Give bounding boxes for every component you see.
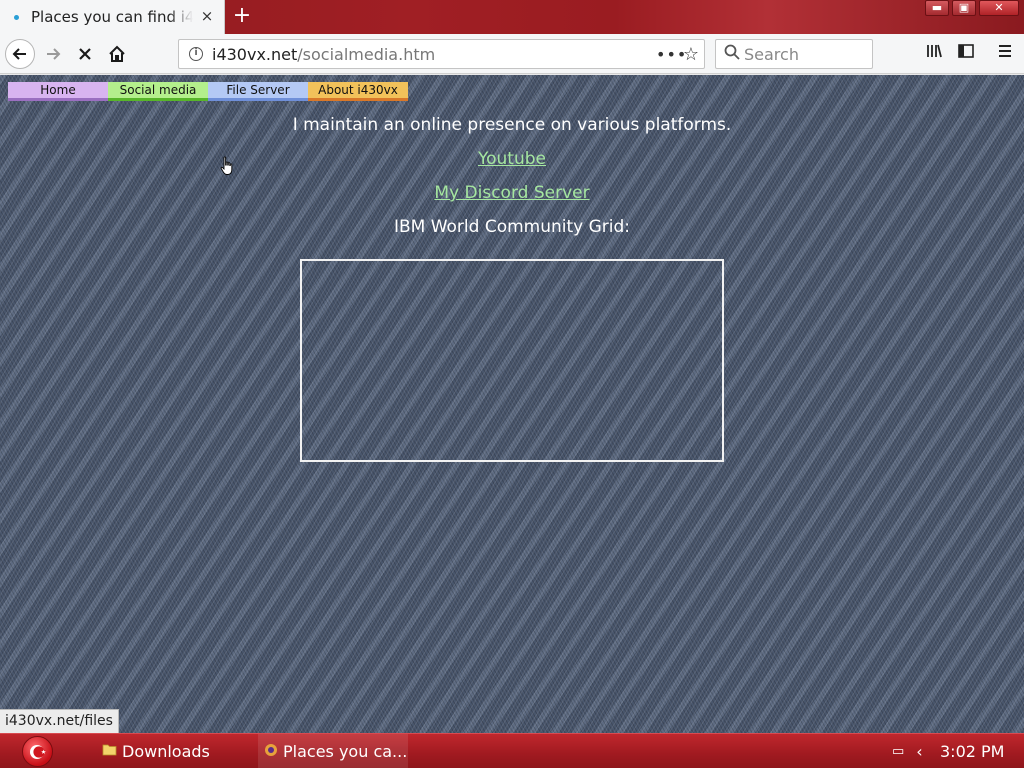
bookmark-star-icon[interactable]: ☆ (678, 44, 704, 65)
page-content: I maintain an online presence on various… (0, 115, 1024, 251)
browser-icon (264, 743, 278, 761)
page-actions-button[interactable]: ••• (656, 45, 686, 64)
taskbar-browser-window[interactable]: Places you ca... (258, 734, 408, 768)
url-host: i430vx.net (212, 44, 298, 64)
maximize-button[interactable]: ▣ (952, 0, 976, 16)
clock[interactable]: 3:02 PM (940, 734, 1004, 768)
menu-about-link[interactable]: About i430vx (308, 82, 408, 101)
intro-text: I maintain an online presence on various… (292, 115, 732, 135)
youtube-link[interactable]: Youtube (478, 149, 546, 169)
search-icon (724, 44, 744, 64)
forward-arrow-icon (47, 48, 61, 60)
menu-button[interactable] (993, 42, 1017, 66)
taskbar-browser-label: Places you ca... (283, 742, 408, 761)
discord-server-link[interactable]: My Discord Server (434, 183, 589, 203)
wcg-heading: IBM World Community Grid: (393, 217, 631, 237)
start-button[interactable] (22, 736, 53, 767)
sidebar-button[interactable] (954, 42, 978, 66)
status-link-tooltip: i430vx.net/files (0, 709, 119, 733)
tab-close-button[interactable]: × (199, 8, 215, 24)
minimize-button[interactable]: ▬ (925, 0, 949, 16)
title-bar: Places you can find i430vx × + ▬ ▣ ✕ (0, 0, 1024, 34)
library-icon (927, 44, 942, 58)
back-button[interactable] (5, 39, 35, 69)
stop-icon (79, 48, 91, 60)
url-path: /socialmedia.htm (297, 44, 436, 64)
home-button[interactable] (102, 39, 132, 69)
web-page: Home Social media File Server About i430… (0, 75, 1024, 733)
folder-icon (102, 743, 117, 760)
system-tray: ▭ ‹ (892, 734, 923, 768)
back-arrow-icon (12, 48, 26, 60)
menu-home-link[interactable]: Home (8, 82, 108, 101)
forward-button[interactable] (38, 39, 68, 69)
hand-cursor-icon (220, 156, 233, 175)
search-input[interactable]: Search (715, 39, 873, 69)
site-favicon-icon (8, 9, 24, 25)
window-controls: ▬ ▣ ✕ (925, 0, 1024, 16)
menu-social-media-link[interactable]: Social media (108, 82, 208, 101)
close-window-button[interactable]: ✕ (979, 0, 1019, 16)
url-text[interactable]: i430vx.net/socialmedia.htm (212, 45, 656, 64)
sidebar-icon (958, 44, 974, 58)
keyboard-icon[interactable]: ▭ (892, 744, 904, 759)
taskbar-downloads-label: Downloads (122, 742, 210, 761)
library-button[interactable] (922, 42, 946, 66)
taskbar-downloads[interactable]: Downloads (102, 734, 210, 768)
navigation-toolbar: i i430vx.net/socialmedia.htm ••• ☆ Searc… (0, 34, 1024, 74)
hamburger-menu-icon (999, 45, 1011, 57)
home-icon (109, 45, 125, 62)
browser-tab[interactable]: Places you can find i430vx × (0, 0, 225, 34)
tab-title: Places you can find i430vx (31, 8, 193, 26)
taskbar: Downloads Places you ca... ▭ ‹ 3:02 PM (0, 733, 1024, 768)
tray-expand-icon[interactable]: ‹ (916, 742, 922, 761)
site-menu: Home Social media File Server About i430… (8, 82, 408, 101)
menu-file-server-link[interactable]: File Server (208, 82, 308, 101)
search-placeholder: Search (744, 44, 799, 64)
wcg-embed-frame[interactable] (300, 259, 724, 462)
stop-loading-button[interactable] (70, 39, 100, 69)
new-tab-button[interactable]: + (231, 5, 253, 27)
address-bar[interactable]: i i430vx.net/socialmedia.htm ••• ☆ (178, 39, 705, 69)
site-info-icon[interactable]: i (189, 47, 203, 61)
crescent-star-icon (29, 744, 46, 759)
